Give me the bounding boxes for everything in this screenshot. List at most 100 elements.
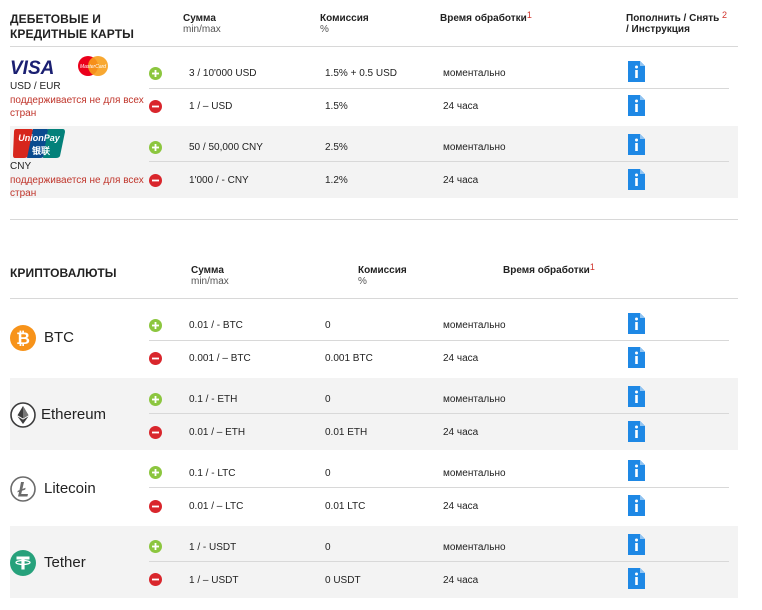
ltc-withdraw-sum: 0.01 / – LTC [189,501,244,512]
info-icon[interactable] [628,313,645,334]
info-icon[interactable] [628,61,645,82]
eth-withdraw-time: 24 часа [443,427,479,438]
row-divider [149,487,729,488]
unionpay-withdraw-time: 24 часа [443,175,479,186]
row-divider [149,561,729,562]
deposit-plus-icon [149,393,162,406]
crypto-header-divider [10,298,738,299]
btc-withdraw-fee: 0.001 BTC [325,353,373,364]
usdt-withdraw-time: 24 часа [443,575,479,586]
withdraw-minus-icon [149,100,162,113]
unionpay-logo: UnionPay 银联 [13,127,65,159]
visa-withdraw-time: 24 часа [443,101,479,112]
cards-sum-header: Сумма min/max [183,13,221,35]
crypto-name-btc: BTC [44,329,74,346]
cards-time-header: Время обработки1 [440,10,532,24]
eth-withdraw-sum: 0.01 / – ETH [189,427,246,438]
mastercard-logo-text: MasterCard [80,64,106,70]
withdraw-minus-icon [149,573,162,586]
info-icon[interactable] [628,347,645,368]
row-divider [149,413,729,414]
usdt-deposit-fee: 0 [325,542,331,553]
row-divider [149,88,729,89]
cards-fee-header: Комиссия % [320,13,369,35]
card-note-visa: поддерживается не для всех стран [10,95,144,119]
crypto-time-footnote[interactable]: 1 [590,262,595,272]
crypto-section-title: КРИПТОВАЛЮТЫ [10,266,117,280]
usdt-withdraw-fee: 0 USDT [325,575,361,586]
bitcoin-icon: ₿ [10,325,36,351]
cards-fee-sub: % [320,24,329,35]
cards-time-footnote[interactable]: 1 [527,10,532,20]
svg-text:₿: ₿ [16,329,30,348]
info-icon[interactable] [628,134,645,155]
visa-deposit-time: моментально [443,68,506,79]
deposit-plus-icon [149,466,162,479]
crypto-fee-header: Комиссия % [358,265,407,287]
litecoin-icon [10,476,36,502]
cards-action-footnote[interactable]: 2 [722,10,727,20]
section-divider [10,219,738,220]
usdt-deposit-time: моментально [443,542,506,553]
deposit-plus-icon [149,67,162,80]
visa-logo-text: VISA [10,58,54,79]
info-icon[interactable] [628,568,645,589]
unionpay-logo-cn: 银联 [32,145,51,157]
eth-deposit-sum: 0.1 / - ETH [189,394,238,405]
crypto-name-ethereum: Ethereum [41,406,107,423]
cards-sum-label: Сумма [183,13,216,24]
usdt-withdraw-sum: 1 / – USDT [189,575,239,586]
ethereum-icon [10,402,36,428]
ltc-deposit-fee: 0 [325,468,331,479]
cards-time-label: Время обработки [440,13,527,24]
btc-withdraw-time: 24 часа [443,353,479,364]
row-divider [149,340,729,341]
info-icon[interactable] [628,460,645,481]
eth-deposit-time: моментально [443,394,506,405]
ltc-deposit-time: моментально [443,468,506,479]
info-icon[interactable] [628,534,645,555]
unionpay-withdraw-fee: 1.2% [325,175,348,186]
withdraw-minus-icon [149,426,162,439]
info-icon[interactable] [628,421,645,442]
withdraw-minus-icon [149,352,162,365]
crypto-time-label: Время обработки [503,265,590,276]
card-note-unionpay: поддерживается не для всех стран [10,175,144,199]
info-icon[interactable] [628,495,645,516]
tether-icon [10,550,36,576]
cards-action-header: Пополнить / Снять 2 / Инструкция [626,10,727,35]
crypto-sum-sub: min/max [191,276,229,287]
unionpay-withdraw-sum: 1'000 / - CNY [189,175,249,186]
withdraw-minus-icon [149,174,162,187]
info-icon[interactable] [628,169,645,190]
ltc-withdraw-fee: 0.01 LTC [325,501,366,512]
info-icon[interactable] [628,386,645,407]
btc-withdraw-sum: 0.001 / – BTC [189,353,251,364]
btc-deposit-time: моментально [443,320,506,331]
card-currency-unionpay: CNY [10,161,32,172]
unionpay-deposit-sum: 50 / 50,000 CNY [189,142,263,153]
eth-withdraw-fee: 0.01 ETH [325,427,368,438]
cards-action-line2: / Инструкция [626,24,690,35]
usdt-deposit-sum: 1 / - USDT [189,542,237,553]
crypto-time-header: Время обработки1 [503,262,595,276]
deposit-plus-icon [149,319,162,332]
visa-withdraw-sum: 1 / – USD [189,101,233,112]
deposit-plus-icon [149,141,162,154]
eth-deposit-fee: 0 [325,394,331,405]
crypto-name-litecoin: Litecoin [44,480,96,497]
withdraw-minus-icon [149,500,162,513]
cards-title-line1: ДЕБЕТОВЫЕ И [10,12,102,26]
visa-mastercard-logo: VISA MasterCard [10,56,110,82]
cards-fee-label: Комиссия [320,13,369,24]
crypto-fee-sub: % [358,276,367,287]
crypto-sum-header: Сумма min/max [191,265,229,287]
card-currency-visa: USD / EUR [10,81,61,92]
btc-deposit-sum: 0.01 / - BTC [189,320,243,331]
cards-title-line2: КРЕДИТНЫЕ КАРТЫ [10,27,135,41]
info-icon[interactable] [628,95,645,116]
visa-withdraw-fee: 1.5% [325,101,348,112]
visa-deposit-sum: 3 / 10'000 USD [189,68,257,79]
cards-action-label: Пополнить / Снять [626,13,720,24]
crypto-fee-label: Комиссия [358,265,407,276]
